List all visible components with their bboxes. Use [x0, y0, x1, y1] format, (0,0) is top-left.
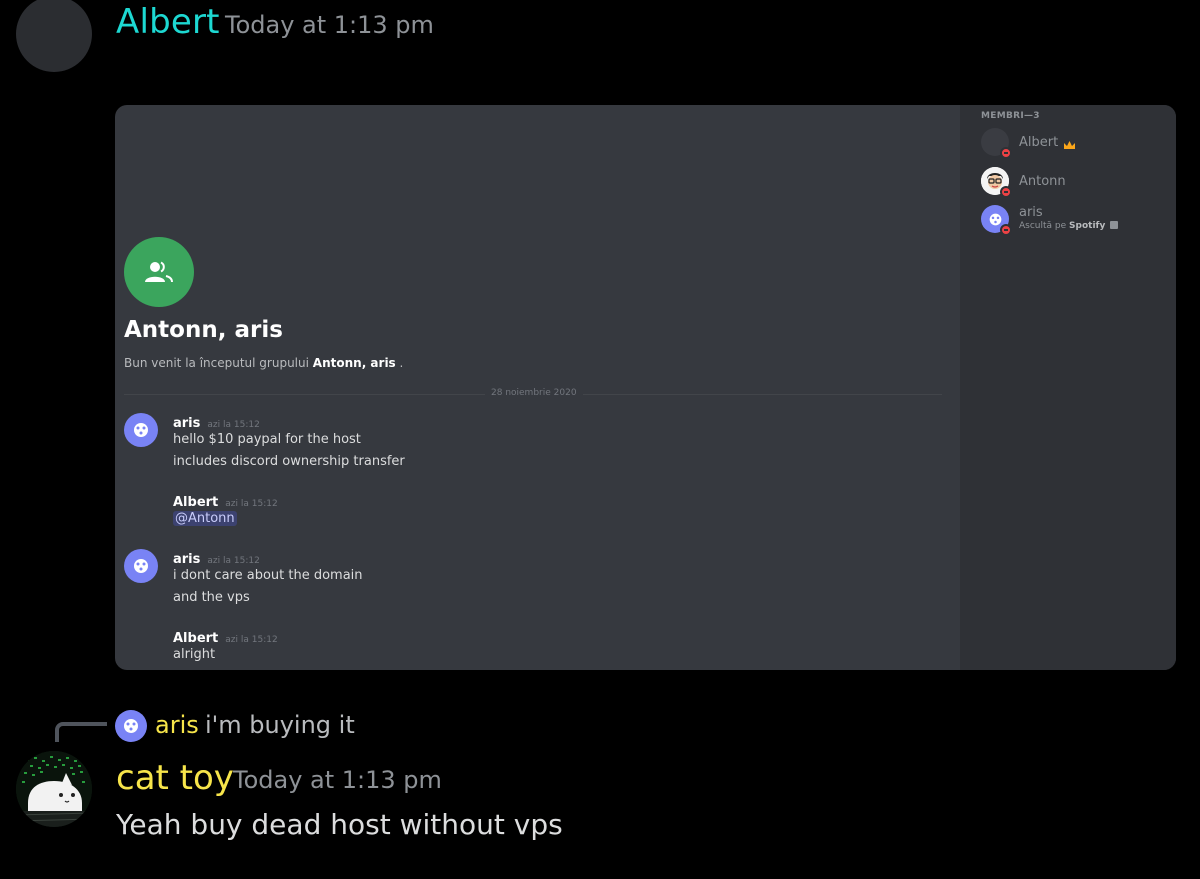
member-name: Antonn [1019, 174, 1066, 189]
reply-author[interactable]: aris [155, 711, 199, 739]
message-author: aris [173, 416, 201, 431]
message-line: @Antonn [173, 511, 237, 526]
message-timestamp: Today at 1:13 pm [225, 11, 434, 39]
message-timestamp: azi la 15:12 [207, 420, 260, 430]
member-item-albert: Albert [981, 128, 1161, 159]
message-timestamp: Today at 1:13 pm [233, 766, 442, 794]
crown-icon [1064, 141, 1075, 149]
avatar [981, 167, 1012, 198]
message-timestamp: azi la 15:12 [225, 499, 278, 509]
avatar [981, 128, 1012, 159]
rich-presence-icon [1110, 221, 1119, 229]
message-header: aris azi la 15:12 [173, 412, 260, 431]
message-line: hello $10 paypal for the host [173, 432, 361, 447]
member-name: aris [1019, 205, 1043, 220]
aris-avatar [124, 549, 158, 583]
message-body: Yeah buy dead host without vps [116, 808, 563, 841]
avatar [981, 205, 1012, 236]
message-line: i dont care about the domain [173, 568, 363, 583]
message-author: aris [173, 552, 201, 567]
member-activity: Ascultă pe Spotify [1019, 221, 1119, 231]
albert-avatar[interactable] [16, 0, 92, 72]
group-icon-glyph [145, 261, 173, 283]
message-timestamp: azi la 15:12 [207, 556, 260, 566]
embedded-chat-pane: Antonn, aris Bun venit la începutul grup… [115, 105, 960, 670]
message-header: Albert azi la 15:12 [173, 627, 278, 646]
message-header: aris azi la 15:12 [173, 548, 260, 567]
member-item-antonn: Antonn [981, 167, 1161, 198]
welcome-text: Bun venit la începutul grupului Antonn, … [124, 356, 404, 370]
dnd-status-icon [1000, 224, 1012, 236]
reply-preview[interactable]: i'm buying it [205, 711, 355, 739]
date-divider-label: 28 noiembrie 2020 [485, 388, 583, 398]
message-author[interactable]: Albert [116, 2, 220, 42]
reply-connector [55, 722, 107, 742]
message-author[interactable]: cat toy [116, 758, 234, 798]
message-author: Albert [173, 495, 219, 510]
message-line: alright [173, 647, 216, 662]
member-name: Albert [1019, 135, 1059, 150]
group-dm-icon [124, 237, 194, 307]
message-line: and the vps [173, 590, 250, 605]
message-header: Albert azi la 15:12 [173, 491, 278, 510]
discord-default-icon [134, 423, 148, 437]
member-item-aris: aris Ascultă pe Spotify [981, 205, 1171, 236]
dnd-status-icon [1000, 186, 1012, 198]
group-title: Antonn, aris [124, 317, 283, 343]
discord-default-icon [134, 559, 148, 573]
message-timestamp: azi la 15:12 [225, 635, 278, 645]
message-line: includes discord ownership transfer [173, 454, 405, 469]
user-mention: @Antonn [173, 511, 237, 526]
cat-toy-avatar[interactable] [16, 751, 92, 827]
attached-screenshot[interactable]: Antonn, aris Bun venit la începutul grup… [115, 105, 1176, 670]
discord-default-icon [989, 213, 1001, 225]
discord-default-icon [124, 719, 138, 733]
message-author: Albert [173, 631, 219, 646]
dnd-status-icon [1000, 147, 1012, 159]
member-list-header: MEMBRI—3 [981, 111, 1040, 121]
cat-avatar-image [16, 751, 92, 827]
member-list: MEMBRI—3 Albert Antonn aris Ascultă pe S… [966, 105, 1176, 670]
reply-avatar[interactable] [115, 710, 147, 742]
aris-avatar [124, 413, 158, 447]
